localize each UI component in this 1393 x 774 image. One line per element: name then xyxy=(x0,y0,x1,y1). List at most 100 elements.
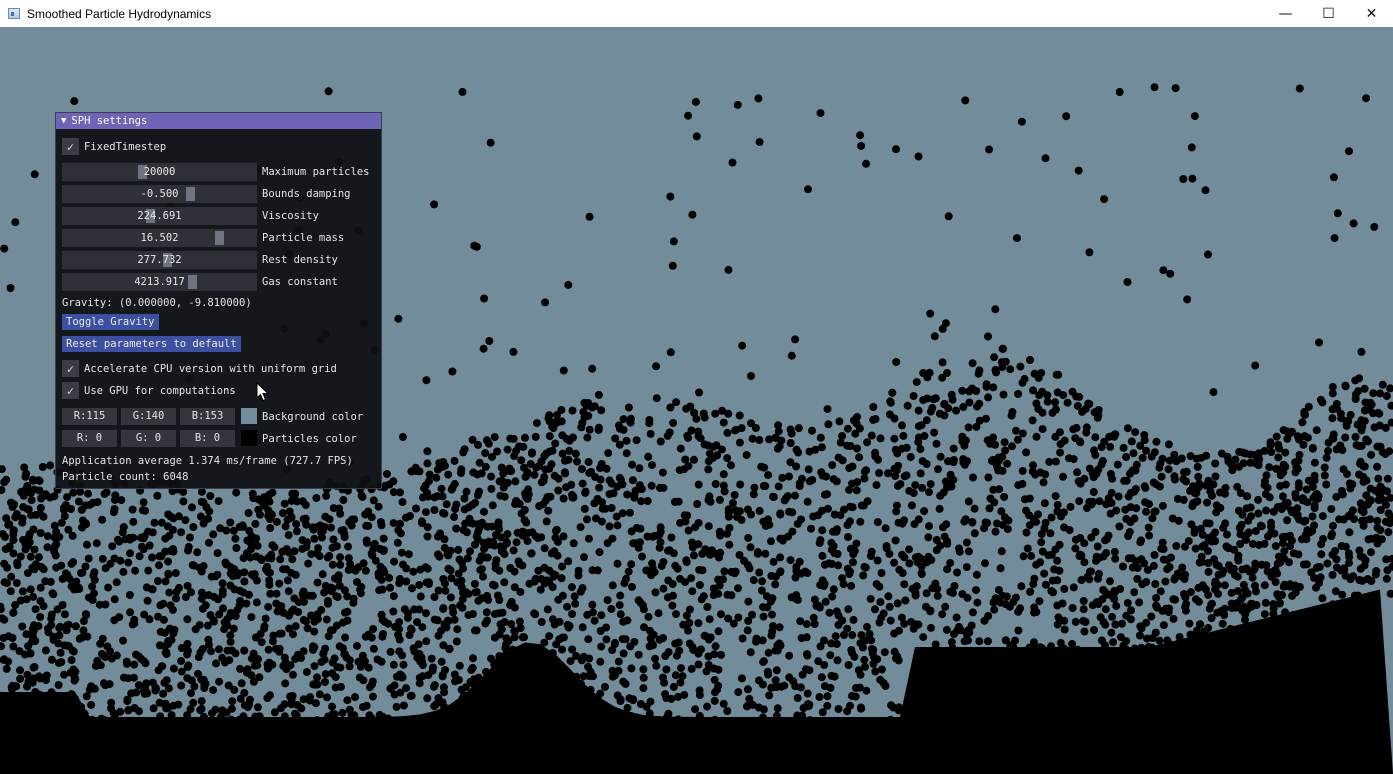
particle xyxy=(750,718,759,727)
particle xyxy=(1294,479,1303,488)
particle xyxy=(674,715,683,724)
particle xyxy=(98,554,107,563)
collapse-arrow-icon[interactable]: ▼ xyxy=(61,116,66,126)
particle xyxy=(441,579,449,588)
particle xyxy=(267,510,276,519)
particle xyxy=(344,542,353,551)
particle xyxy=(479,344,488,353)
particle xyxy=(547,460,556,469)
particle xyxy=(757,462,766,471)
particle xyxy=(646,697,655,706)
particle xyxy=(857,631,866,640)
particle xyxy=(613,691,622,700)
particle xyxy=(1038,644,1047,653)
maximum-particles-slider[interactable]: 20000 xyxy=(62,163,257,181)
particle xyxy=(80,709,89,718)
minimize-button[interactable]: — xyxy=(1264,0,1307,27)
particle xyxy=(828,461,837,470)
accelerate-cpu-row[interactable]: ✓ Accelerate CPU version with uniform gr… xyxy=(62,360,337,377)
particle xyxy=(1357,416,1366,425)
rest-density-slider[interactable]: 277.732 xyxy=(62,251,257,269)
fixed-timestep-row[interactable]: ✓ FixedTimestep xyxy=(62,138,166,155)
particle xyxy=(731,567,740,576)
particle xyxy=(666,348,675,357)
particle xyxy=(243,703,252,712)
use-gpu-checkbox[interactable]: ✓ xyxy=(62,382,79,399)
toggle-gravity-button[interactable]: Toggle Gravity xyxy=(62,314,159,330)
particle xyxy=(226,581,235,590)
particle xyxy=(248,489,257,498)
particle xyxy=(240,577,249,586)
particle xyxy=(1274,453,1283,462)
particle xyxy=(1355,546,1364,555)
particle xyxy=(586,685,595,694)
particle xyxy=(165,588,174,597)
particle xyxy=(1359,553,1368,562)
panel-title-bar[interactable]: ▼ SPH settings xyxy=(56,113,381,129)
particle xyxy=(532,419,541,428)
particle xyxy=(1085,567,1094,576)
particle xyxy=(857,501,866,510)
particles-color-b-field[interactable]: B: 0 xyxy=(180,430,235,447)
particle xyxy=(226,609,235,617)
particle xyxy=(691,718,699,727)
particle xyxy=(142,583,151,592)
particle xyxy=(209,686,218,695)
particle xyxy=(690,455,698,464)
background-color-g-field[interactable]: G:140 xyxy=(121,408,176,425)
particle xyxy=(1351,433,1360,441)
particle xyxy=(1037,530,1046,539)
particle xyxy=(169,701,178,710)
particle xyxy=(257,497,266,506)
particle xyxy=(186,533,194,542)
particle xyxy=(848,462,857,471)
particle xyxy=(909,624,918,633)
particle xyxy=(177,681,186,690)
particle xyxy=(569,539,578,548)
particle xyxy=(684,111,693,120)
particle xyxy=(933,585,942,593)
particle xyxy=(853,413,862,421)
particle xyxy=(516,624,525,632)
background-color-r-field[interactable]: R:115 xyxy=(62,408,117,425)
particle xyxy=(351,693,359,702)
particles-color-g-field[interactable]: G: 0 xyxy=(121,430,176,447)
particle xyxy=(723,590,732,599)
particle xyxy=(58,697,67,706)
reset-parameters-button[interactable]: Reset parameters to default xyxy=(62,336,241,352)
simulation-viewport[interactable]: ▼ SPH settings ✓ FixedTimestep 20000 Max… xyxy=(0,27,1393,774)
particle xyxy=(551,656,559,665)
particle xyxy=(668,580,677,588)
particle xyxy=(621,635,630,644)
particle xyxy=(1120,476,1129,485)
maximize-button[interactable]: ☐ xyxy=(1307,0,1350,27)
slider-label: Particle mass xyxy=(262,232,345,244)
particle xyxy=(251,712,260,721)
use-gpu-row[interactable]: ✓ Use GPU for computations xyxy=(62,382,236,399)
particle xyxy=(866,594,875,603)
background-color-b-field[interactable]: B:153 xyxy=(180,408,235,425)
fixed-timestep-checkbox[interactable]: ✓ xyxy=(62,138,79,155)
close-button[interactable]: ✕ xyxy=(1350,0,1393,27)
particle xyxy=(1387,401,1393,410)
particle xyxy=(715,527,724,536)
particle xyxy=(1349,219,1358,228)
particle xyxy=(220,618,229,627)
particles-color-swatch[interactable] xyxy=(241,430,257,446)
particle xyxy=(1085,400,1094,408)
particle xyxy=(594,695,603,704)
accelerate-cpu-checkbox[interactable]: ✓ xyxy=(62,360,79,377)
particle xyxy=(26,585,35,594)
particle-mass-slider[interactable]: 16.502 xyxy=(62,229,257,247)
sph-settings-panel[interactable]: ▼ SPH settings ✓ FixedTimestep 20000 Max… xyxy=(55,112,382,489)
gas-constant-slider[interactable]: 4213.917 xyxy=(62,273,257,291)
particle xyxy=(1135,631,1144,640)
particle xyxy=(165,531,174,540)
particle xyxy=(918,457,927,466)
bounds-damping-slider[interactable]: -0.500 xyxy=(62,185,257,203)
background-color-swatch[interactable] xyxy=(241,408,257,424)
viscosity-slider[interactable]: 224.691 xyxy=(62,207,257,225)
particle xyxy=(450,513,459,521)
particles-color-r-field[interactable]: R: 0 xyxy=(62,430,117,447)
particle xyxy=(487,484,496,493)
